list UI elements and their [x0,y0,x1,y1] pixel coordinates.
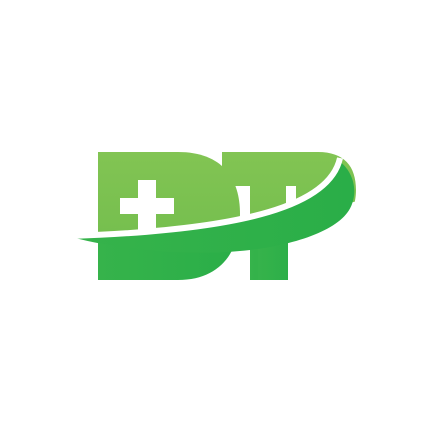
dtp-logo [69,152,356,280]
logo-canvas [0,0,434,434]
